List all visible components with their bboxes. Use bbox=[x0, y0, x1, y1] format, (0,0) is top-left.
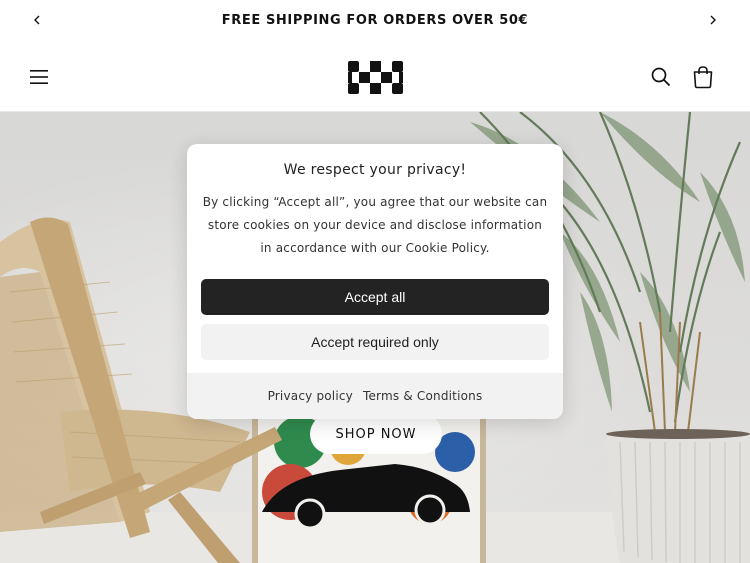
site-header bbox=[0, 40, 750, 112]
shop-now-button[interactable]: SHOP NOW bbox=[310, 414, 442, 454]
accept-required-button[interactable]: Accept required only bbox=[201, 324, 549, 360]
search-icon bbox=[651, 67, 671, 87]
menu-button[interactable] bbox=[27, 65, 51, 89]
announcement-text: FREE SHIPPING FOR ORDERS OVER 50€ bbox=[221, 12, 529, 28]
announcement-next-button[interactable] bbox=[703, 10, 723, 30]
checkered-flag-logo bbox=[348, 61, 403, 94]
terms-conditions-link[interactable]: Terms & Conditions bbox=[363, 389, 482, 403]
cookie-consent-dialog: We respect your privacy! By clicking “Ac… bbox=[187, 144, 563, 419]
cookie-title: We respect your privacy! bbox=[283, 162, 467, 178]
search-button[interactable] bbox=[649, 65, 673, 89]
hamburger-menu-icon bbox=[30, 70, 48, 84]
privacy-policy-link[interactable]: Privacy policy bbox=[268, 389, 353, 403]
accept-all-button[interactable]: Accept all bbox=[201, 279, 549, 315]
planter bbox=[606, 429, 750, 563]
cart-button[interactable] bbox=[691, 64, 715, 90]
chevron-left-icon bbox=[34, 15, 40, 25]
announcement-prev-button[interactable] bbox=[27, 10, 47, 30]
cookie-footer: Privacy policy Terms & Conditions bbox=[187, 373, 563, 419]
announcement-bar: FREE SHIPPING FOR ORDERS OVER 50€ bbox=[0, 0, 750, 40]
cookie-description: By clicking “Accept all”, you agree that… bbox=[202, 195, 548, 255]
chevron-right-icon bbox=[710, 15, 716, 25]
cart-icon bbox=[693, 66, 713, 89]
store-logo[interactable] bbox=[346, 59, 404, 95]
